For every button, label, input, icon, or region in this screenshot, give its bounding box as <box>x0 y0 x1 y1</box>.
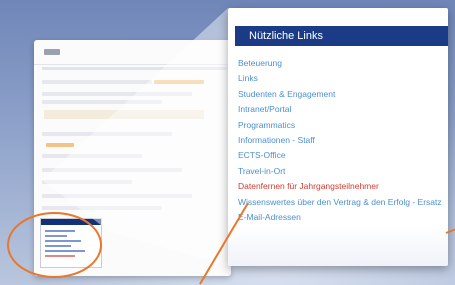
highlight-oval <box>7 212 102 278</box>
zoomed-links-panel: Nützliche Links Beteuerung Links Studenten… <box>228 8 448 266</box>
useful-link-item[interactable]: ECTS-Office <box>238 148 446 163</box>
useful-link-item[interactable]: Intranet/Portal <box>238 102 446 117</box>
useful-link-item[interactable]: Travel-in-Ort <box>238 164 446 179</box>
useful-link-item[interactable]: Programmatics <box>238 118 446 133</box>
useful-link-item[interactable]: Links <box>238 71 446 86</box>
useful-link-item[interactable]: Beteuerung <box>238 56 446 71</box>
useful-links-list: Beteuerung Links Studenten & Engagement Int… <box>238 56 446 225</box>
useful-link-item[interactable]: E-Mail-Adressen <box>238 210 446 225</box>
useful-link-item[interactable]: Studenten & Engagement <box>238 87 446 102</box>
useful-link-item[interactable]: Wissenswertes über den Vertrag & den Erf… <box>238 195 446 210</box>
useful-link-item[interactable]: Datenfernen für Jahrgangsteilnehmer <box>238 179 446 194</box>
useful-link-item[interactable]: Informationen - Staff <box>238 133 446 148</box>
panel-fade <box>228 226 448 266</box>
useful-links-title: Nützliche Links <box>235 26 448 46</box>
